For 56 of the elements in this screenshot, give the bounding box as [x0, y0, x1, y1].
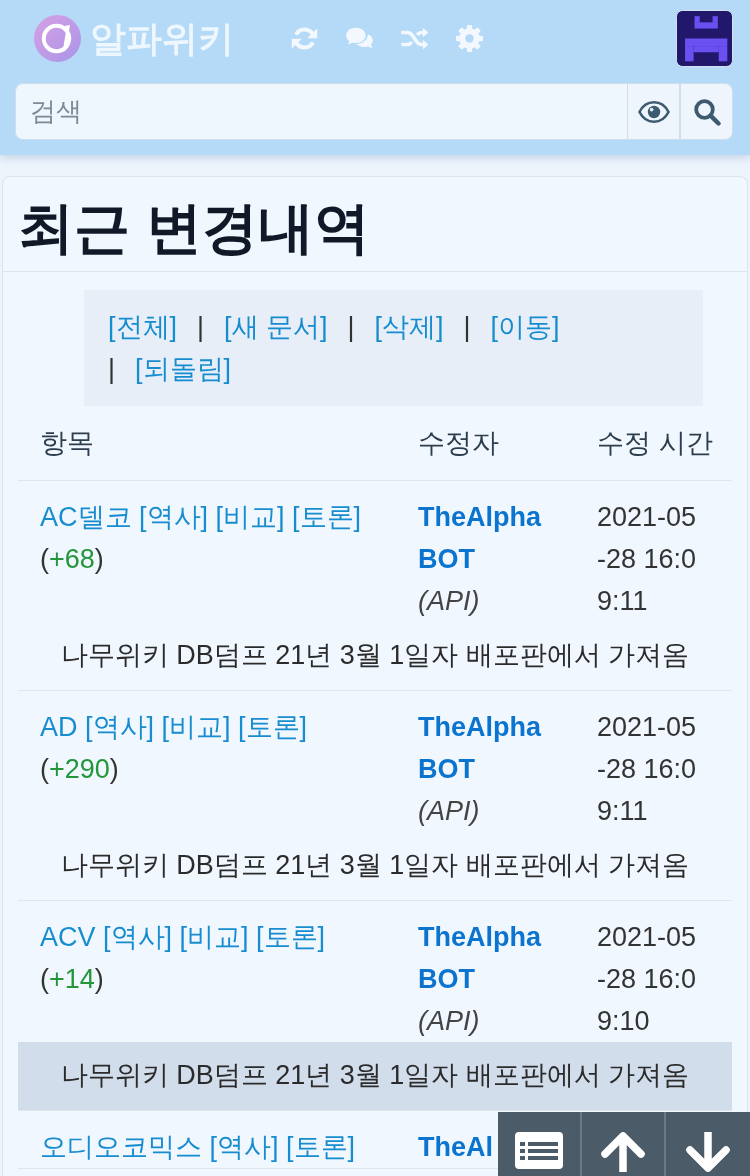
action-link[interactable]: [비교]: [179, 922, 249, 952]
filter-separator: |: [197, 311, 205, 344]
action-link[interactable]: [역사]: [103, 922, 173, 952]
action-link[interactable]: [역사]: [139, 502, 209, 532]
edit-time: 2021-05-28 16:09:11: [597, 502, 697, 616]
column-header: 수정 시간: [596, 427, 714, 460]
column-header: 수정자: [417, 427, 500, 460]
eye-icon: [637, 100, 670, 123]
user-link[interactable]: TheAlpha BOT: [418, 706, 561, 790]
api-label: (API): [418, 795, 480, 828]
user-link[interactable]: TheAlpha BOT: [418, 916, 561, 1000]
filter-separator: |: [108, 353, 115, 386]
filter-link[interactable]: [삭제]: [374, 306, 444, 348]
size-change: (+14): [40, 964, 104, 994]
filter-separator: |: [347, 311, 355, 344]
edit-time: 2021-05-28 16:09:10: [597, 922, 697, 1036]
filter-link[interactable]: [되돌림]: [135, 348, 232, 390]
page-link[interactable]: ACV: [40, 922, 96, 952]
size-change: (+290): [40, 754, 119, 784]
action-link[interactable]: [역사]: [209, 1132, 279, 1162]
edit-summary: 나무위키 DB덤프 21년 3월 1일자 배포판에서 가져옴: [59, 849, 691, 882]
search-button[interactable]: [680, 83, 733, 140]
api-label: (API): [418, 1005, 480, 1038]
pixel-avatar-icon[interactable]: [676, 10, 733, 67]
search-icon: [692, 97, 721, 126]
page-link[interactable]: AD: [40, 712, 78, 742]
user-link[interactable]: TheAl: [418, 1126, 493, 1168]
action-link[interactable]: [비교]: [161, 712, 231, 742]
up-arrow-icon: [601, 1132, 645, 1172]
scroll-up-button[interactable]: [580, 1112, 664, 1176]
column-header: 항목: [39, 427, 95, 460]
api-label: (API): [418, 585, 480, 618]
page-heading: 최근 변경내역: [3, 177, 747, 272]
search-field[interactable]: 검색: [15, 83, 627, 140]
action-link[interactable]: [토론]: [292, 502, 362, 532]
edit-summary: 나무위키 DB덤프 21년 3월 1일자 배포판에서 가져옴: [18, 1042, 732, 1110]
scroll-down-button[interactable]: [664, 1112, 750, 1176]
filter-link[interactable]: [전체]: [108, 306, 177, 348]
action-link[interactable]: [역사]: [85, 712, 155, 742]
page-link[interactable]: AC델코: [40, 502, 132, 532]
filter-link[interactable]: [새 문서]: [224, 306, 328, 348]
edit-time: 2021-05-28 16:09:11: [597, 712, 697, 826]
edit-summary: 나무위키 DB덤프 21년 3월 1일자 배포판에서 가져옴: [59, 639, 691, 672]
action-link[interactable]: [비교]: [215, 502, 285, 532]
eye-button[interactable]: [627, 83, 680, 140]
action-link[interactable]: [토론]: [256, 922, 326, 952]
action-link[interactable]: [토론]: [286, 1132, 356, 1162]
contents-button[interactable]: [498, 1112, 580, 1176]
user-link[interactable]: TheAlpha BOT: [418, 496, 561, 580]
list-icon: [515, 1132, 563, 1169]
down-arrow-icon: [686, 1132, 730, 1172]
size-change: (+68): [40, 544, 104, 574]
filter-separator: |: [463, 311, 471, 344]
filter-link[interactable]: [이동]: [490, 306, 560, 348]
page-link[interactable]: 오디오코믹스: [40, 1132, 202, 1162]
action-link[interactable]: [토론]: [238, 712, 308, 742]
